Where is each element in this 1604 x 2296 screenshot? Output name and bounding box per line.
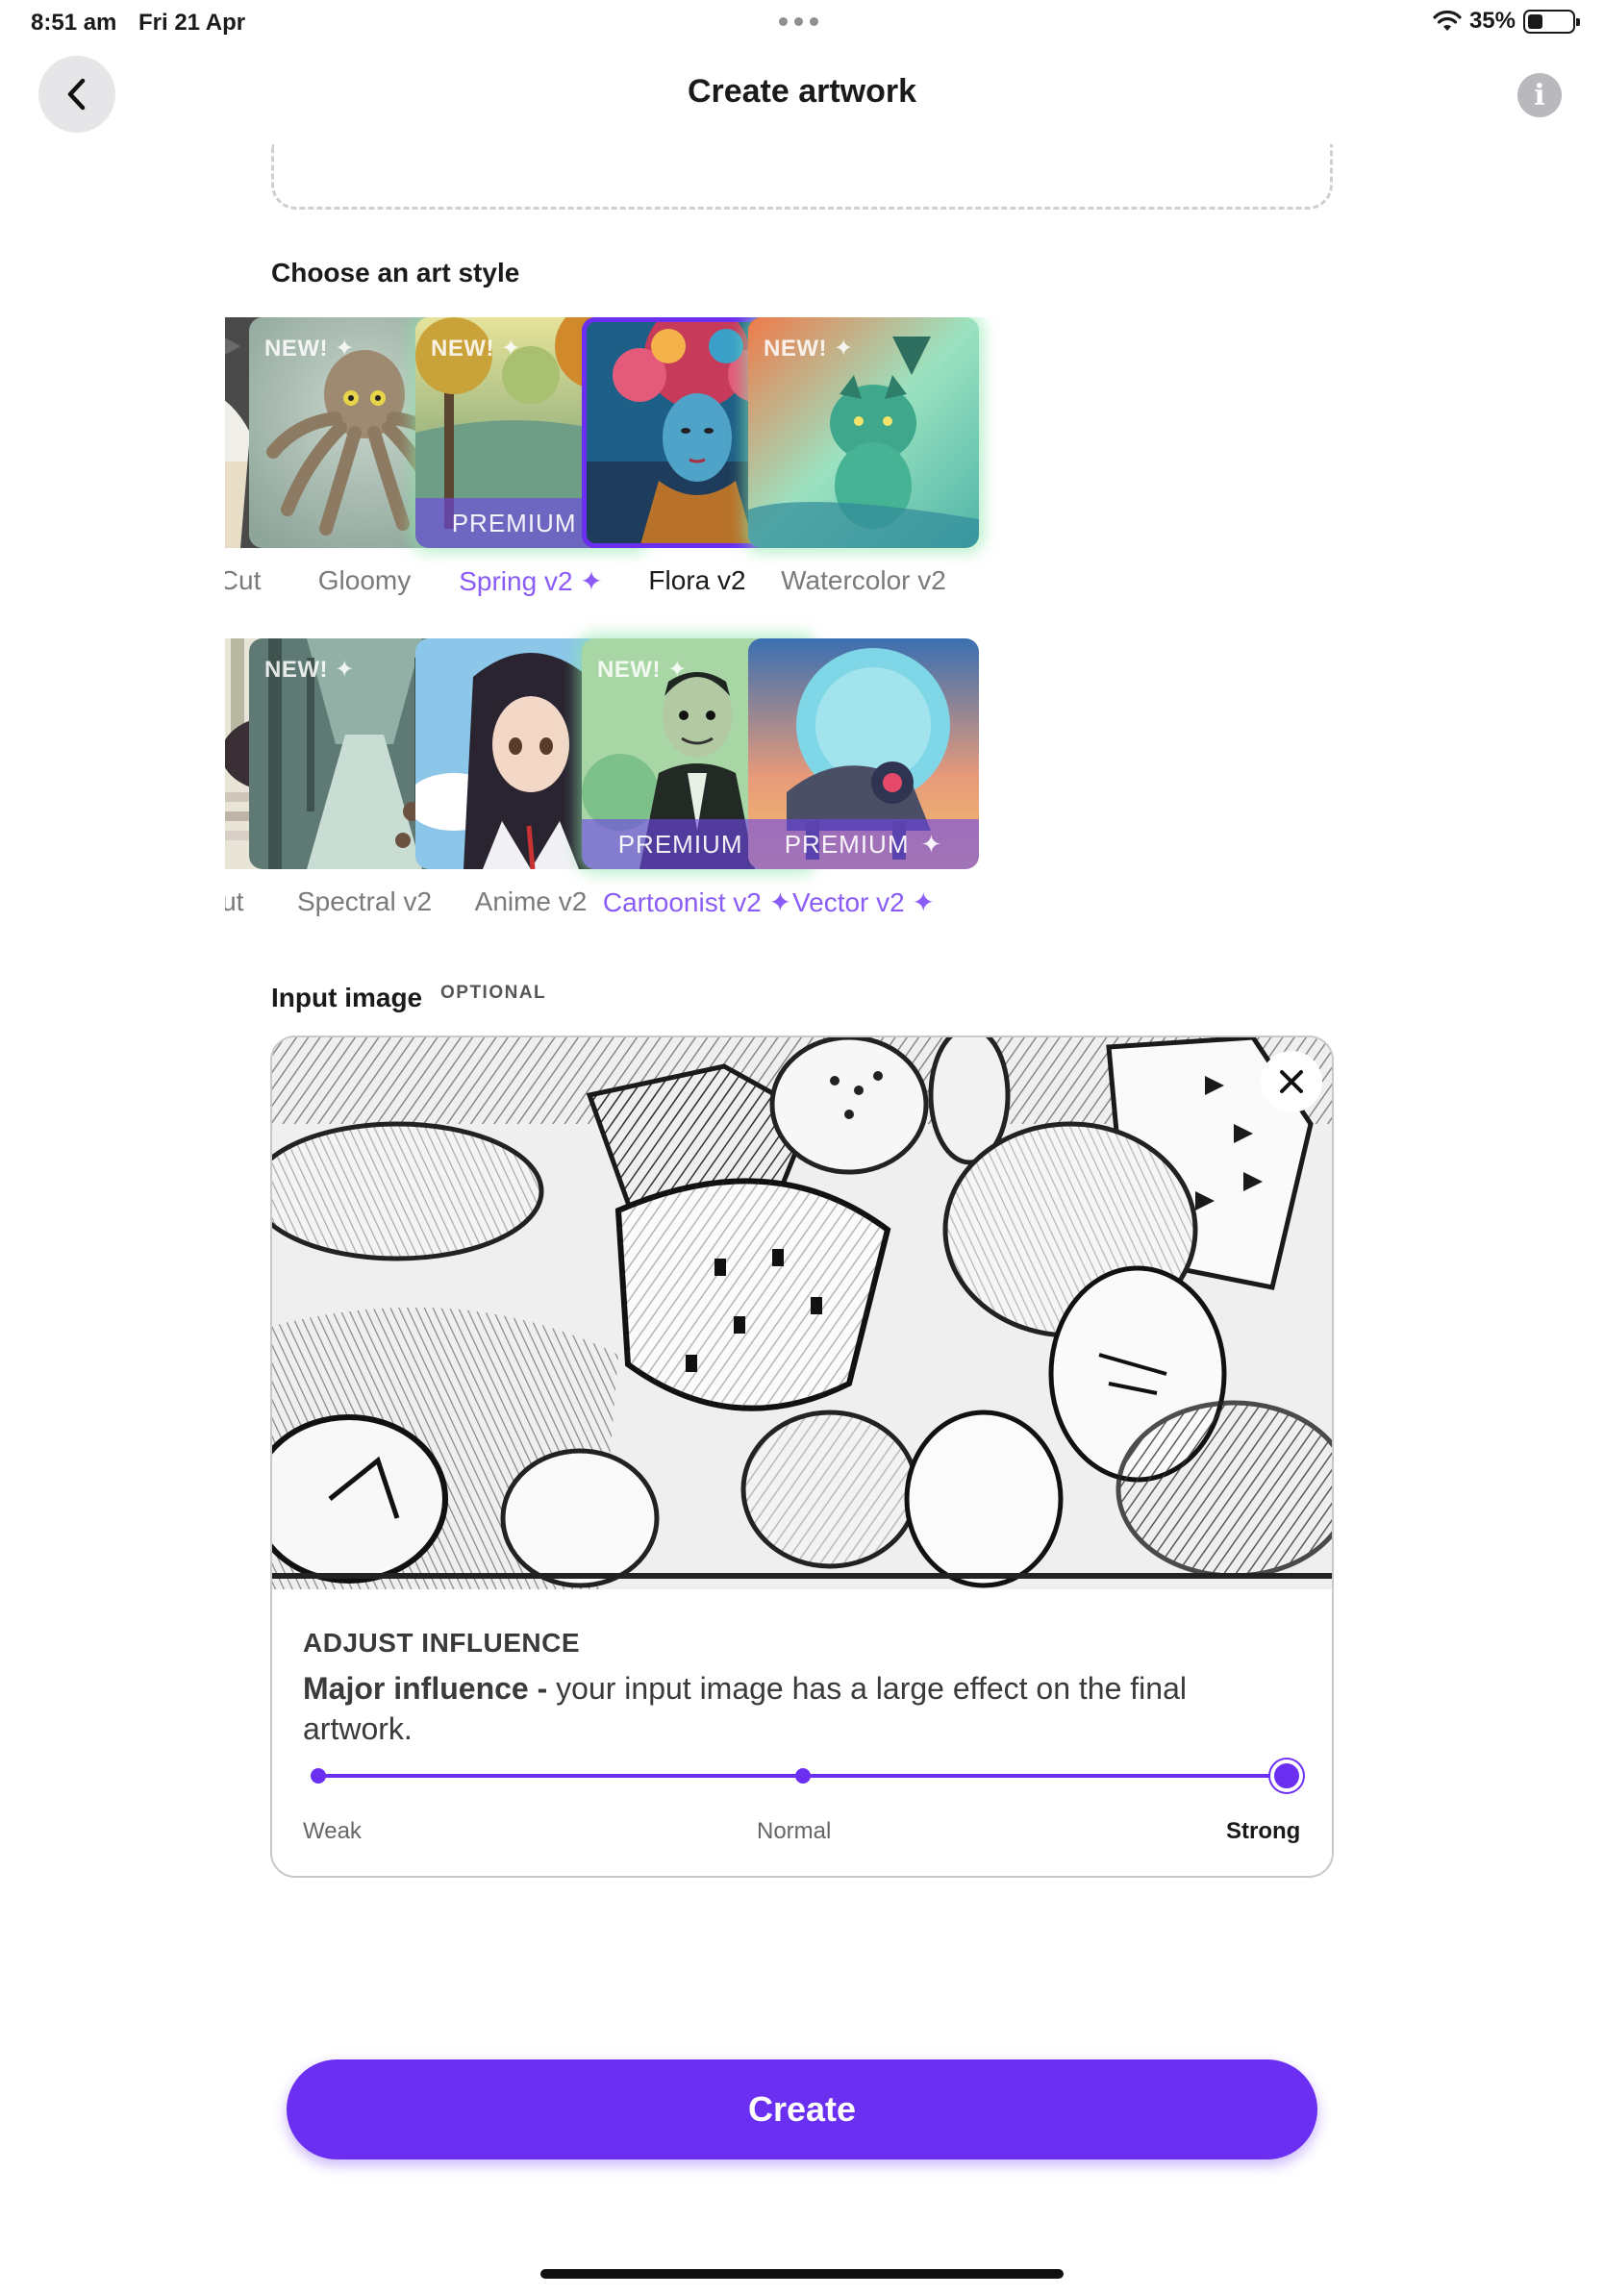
status-indicators: 35% bbox=[1433, 8, 1580, 35]
status-date: Fri 21 Apr bbox=[138, 10, 246, 36]
home-indicator[interactable] bbox=[540, 2269, 1064, 2279]
info-icon[interactable]: i bbox=[1517, 73, 1562, 117]
close-icon bbox=[1280, 1070, 1303, 1093]
style-label: Watercolor v2 bbox=[781, 565, 946, 595]
page-title: Create artwork bbox=[687, 73, 917, 110]
slider-stop-weak[interactable] bbox=[311, 1768, 326, 1784]
new-badge: NEW! ✦ bbox=[597, 657, 688, 683]
wifi-icon bbox=[1433, 10, 1462, 31]
status-time: 8:51 am bbox=[31, 10, 117, 36]
influence-slider[interactable] bbox=[303, 1757, 1303, 1795]
slider-label-weak: Weak bbox=[303, 1818, 362, 1844]
input-image-card: ADJUST INFLUENCE Major influence - your … bbox=[270, 1036, 1334, 1878]
slider-label-normal: Normal bbox=[757, 1818, 832, 1844]
style-tile-watercolor-v2[interactable]: NEW! ✦ Watercolor v2 bbox=[748, 317, 979, 596]
art-style-section-title: Choose an art style bbox=[271, 258, 520, 287]
create-button[interactable]: Create bbox=[287, 2059, 1317, 2159]
style-tile-vector-v2[interactable]: PREMIUM ✦ Vector v2 ✦ bbox=[748, 638, 979, 918]
new-badge: NEW! ✦ bbox=[764, 336, 854, 362]
multitasking-dots-icon[interactable] bbox=[779, 17, 818, 26]
prompt-input-box[interactable] bbox=[271, 144, 1333, 210]
premium-label: PREMIUM bbox=[784, 829, 910, 859]
new-badge: NEW! ✦ bbox=[431, 336, 521, 362]
new-badge: NEW! ✦ bbox=[264, 336, 355, 362]
premium-star-icon: ✦ bbox=[920, 829, 943, 859]
battery-icon bbox=[1523, 9, 1580, 34]
premium-label: PREMIUM bbox=[617, 829, 743, 859]
premium-label: PREMIUM bbox=[451, 508, 577, 537]
new-badge: NEW! ✦ bbox=[264, 657, 355, 683]
input-image-preview[interactable] bbox=[272, 1037, 1332, 1589]
influence-level-name: Major influence - bbox=[303, 1671, 548, 1706]
style-label: Vector v2 ✦ bbox=[792, 887, 935, 917]
status-bar: 8:51 am Fri 21 Apr 35% bbox=[0, 0, 1604, 46]
input-image-section-title: Input image bbox=[271, 983, 423, 1012]
art-style-grid: ıulio Cut NEW! ✦ Gloomy bbox=[225, 317, 1379, 933]
battery-percentage: 35% bbox=[1468, 8, 1516, 34]
remove-image-button[interactable] bbox=[1261, 1051, 1322, 1112]
slider-stop-normal[interactable] bbox=[795, 1768, 811, 1784]
slider-thumb[interactable] bbox=[1270, 1759, 1303, 1792]
style-thumbnail: PREMIUM ✦ bbox=[748, 638, 979, 869]
premium-band: PREMIUM ✦ bbox=[748, 819, 979, 869]
style-thumbnail: NEW! ✦ bbox=[748, 317, 979, 548]
influence-description: Major influence - your input image has a… bbox=[303, 1668, 1188, 1749]
influence-heading: ADJUST INFLUENCE bbox=[303, 1628, 581, 1658]
slider-label-strong: Strong bbox=[1226, 1818, 1301, 1844]
optional-tag: OPTIONAL bbox=[440, 983, 547, 1003]
